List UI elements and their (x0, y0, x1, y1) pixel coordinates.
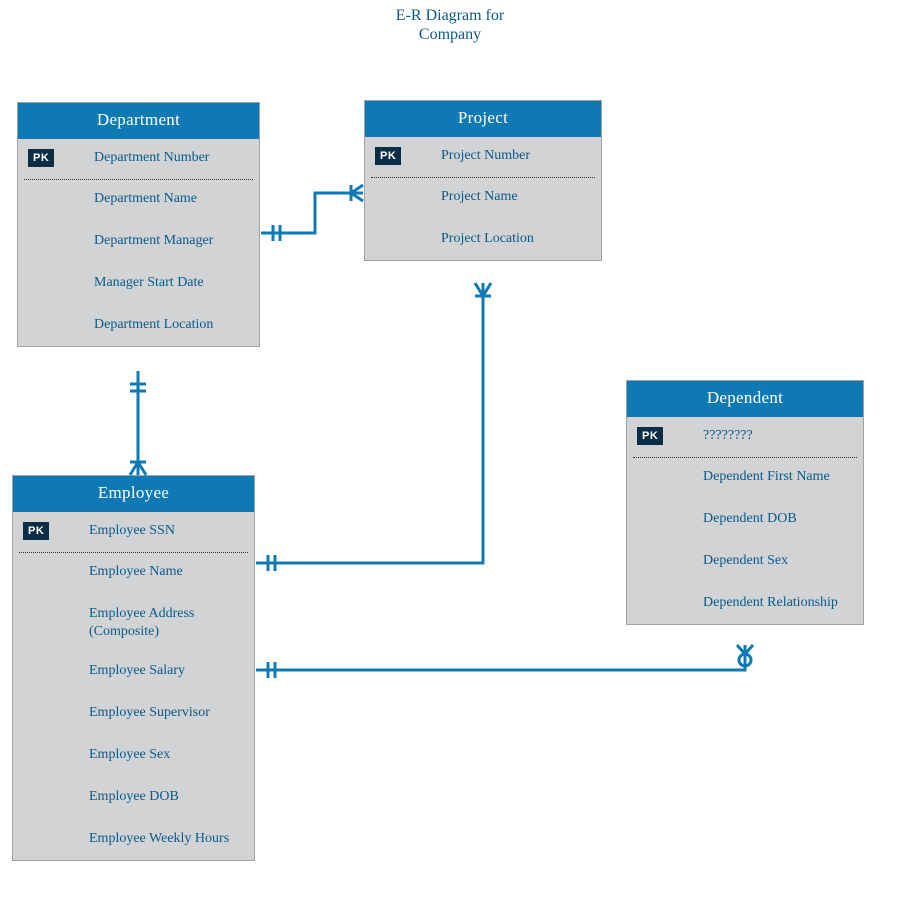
entity-dependent: Dependent PK ???????? Dependent First Na… (626, 380, 864, 625)
entity-project: Project PK Project Number Project Name P… (364, 100, 602, 261)
attr-row: Employee Address (Composite) (13, 593, 254, 650)
attr-row: Employee Weekly Hours (13, 818, 254, 860)
attr-row: Dependent Sex (627, 540, 863, 582)
attr-label: Dependent Relationship (683, 594, 857, 612)
attr-row-pk: PK Project Number (365, 137, 601, 177)
attr-row: Employee Name (13, 553, 254, 593)
attr-row-pk: PK Department Number (18, 139, 259, 179)
attr-row: Employee DOB (13, 776, 254, 818)
attr-label: Project Name (421, 188, 595, 206)
attr-label: Department Number (74, 149, 253, 167)
attr-label: Department Manager (74, 232, 253, 250)
attr-row: Department Name (18, 180, 259, 220)
attr-row-pk: PK Employee SSN (13, 512, 254, 552)
attr-label: Employee Weekly Hours (69, 830, 248, 848)
attr-row: Employee Sex (13, 734, 254, 776)
attr-row: Manager Start Date (18, 262, 259, 304)
entity-dependent-header: Dependent (627, 381, 863, 417)
pk-badge: PK (637, 427, 663, 445)
rel-employee-dependent (256, 645, 753, 678)
rel-department-project (261, 185, 363, 241)
attr-row: Dependent Relationship (627, 582, 863, 624)
attr-row: Dependent First Name (627, 458, 863, 498)
attr-label: Project Location (421, 230, 595, 248)
pk-badge: PK (28, 149, 54, 167)
attr-label: Employee Name (69, 563, 248, 581)
diagram-title: E-R Diagram for Company (0, 6, 900, 44)
entity-employee-header: Employee (13, 476, 254, 512)
attr-label: Manager Start Date (74, 274, 253, 292)
attr-label: ???????? (683, 427, 857, 445)
entity-department-header: Department (18, 103, 259, 139)
attr-row: Dependent DOB (627, 498, 863, 540)
rel-department-employee (130, 371, 146, 475)
attr-row: Employee Salary (13, 650, 254, 692)
entity-project-header: Project (365, 101, 601, 137)
title-line-1: E-R Diagram for (396, 7, 504, 24)
attr-label: Employee Supervisor (69, 704, 248, 722)
attr-label: Department Name (74, 190, 253, 208)
attr-label: Project Number (421, 147, 595, 165)
attr-row: Employee Supervisor (13, 692, 254, 734)
attr-label: Employee DOB (69, 788, 248, 806)
attr-label: Dependent Sex (683, 552, 857, 570)
entity-employee: Employee PK Employee SSN Employee Name E… (12, 475, 255, 861)
pk-badge: PK (375, 147, 401, 165)
attr-label: Department Location (74, 316, 253, 334)
attr-label: Employee SSN (69, 522, 248, 540)
rel-employee-project (256, 283, 491, 571)
attr-label: Employee Sex (69, 746, 248, 764)
attr-row: Department Manager (18, 220, 259, 262)
attr-label: Dependent DOB (683, 510, 857, 528)
attr-row: Project Name (365, 178, 601, 218)
entity-department: Department PK Department Number Departme… (17, 102, 260, 347)
attr-row: Project Location (365, 218, 601, 260)
attr-row-pk: PK ???????? (627, 417, 863, 457)
attr-label: Employee Salary (69, 662, 248, 680)
pk-badge: PK (23, 522, 49, 540)
attr-row: Department Location (18, 304, 259, 346)
attr-label: Dependent First Name (683, 468, 857, 486)
attr-label: Employee Address (Composite) (69, 605, 248, 640)
title-line-2: Company (419, 26, 481, 43)
